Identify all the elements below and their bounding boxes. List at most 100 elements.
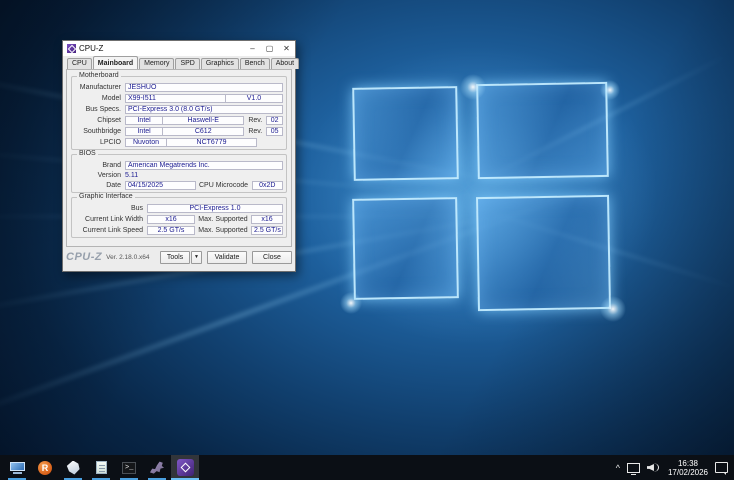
lens-flare (460, 74, 486, 100)
bios-brand-field: American Megatrends Inc. (125, 161, 283, 170)
windows-logo-pane-top-right (476, 81, 609, 180)
bus-specs-field: PCI-Express 3.0 (8.0 GT/s) (125, 105, 283, 114)
gi-link-speed-row: Current Link Speed 2.5 GT/s Max. Support… (75, 226, 283, 235)
maximize-button[interactable]: ▢ (261, 41, 278, 56)
notepad-icon (95, 461, 107, 474)
bios-brand-row: Brand American Megatrends Inc. (75, 161, 283, 170)
taskbar-item-computer[interactable] (3, 455, 31, 480)
cpuz-window: CPU-Z – ▢ ✕ CPU Mainboard Memory SPD Gra… (62, 40, 300, 272)
graphic-interface-group: Graphic Interface Bus PCI-Express 1.0 Cu… (71, 193, 287, 238)
bus-specs-label: Bus Specs. (85, 106, 121, 113)
manufacturer-field: JESHUO (125, 83, 283, 92)
bios-date-row: Date 04/15/2025 CPU Microcode 0x2D (75, 181, 283, 190)
validate-button[interactable]: Validate (207, 250, 247, 264)
bios-version-row: Version 5.11 (75, 172, 283, 179)
manufacturer-label: Manufacturer (79, 84, 121, 91)
taskbar-item-notepad[interactable] (87, 455, 115, 480)
windows-logo-pane-top-left (352, 86, 459, 181)
gi-link-speed-field: 2.5 GT/s (147, 226, 195, 235)
model-label: Model (101, 95, 121, 102)
tab-cpu[interactable]: CPU (67, 58, 92, 69)
titlebar[interactable]: CPU-Z – ▢ ✕ (63, 41, 295, 56)
tab-bench[interactable]: Bench (239, 58, 270, 69)
taskbar: R >_ ^ 16:38 17/02/2026 (0, 455, 734, 480)
chipset-label: Chipset (97, 117, 121, 124)
southbridge-row: Southbridge Intel C612 Rev. 05 (75, 127, 283, 136)
bios-version-value: 5.11 (125, 172, 139, 179)
chipset-vendor-field: Intel (125, 116, 164, 125)
bios-version-label: Version (97, 172, 121, 179)
gi-bus-field: PCI-Express 1.0 (147, 204, 283, 213)
gi-link-width-row: Current Link Width x16 Max. Supported x1… (75, 215, 283, 224)
lens-flare (600, 296, 626, 322)
cpuz-app-icon (67, 44, 76, 53)
tab-about[interactable]: About (270, 58, 300, 69)
cpu-microcode-field: 0x2D (251, 181, 283, 190)
gi-link-speed-label: Current Link Speed (82, 227, 143, 234)
cpu-microcode-label: CPU Microcode (198, 182, 248, 189)
tab-spd[interactable]: SPD (175, 58, 200, 69)
cpuz-taskbar-icon (176, 459, 194, 476)
graphic-interface-group-title: Graphic Interface (77, 193, 135, 200)
taskbar-clock[interactable]: 16:38 17/02/2026 (668, 459, 708, 477)
windows-logo-pane-bottom-right (476, 194, 611, 312)
model-row: Model X99-I511 V1.0 (75, 94, 283, 103)
southbridge-label: Southbridge (83, 128, 121, 135)
taskbar-item-command-prompt[interactable]: >_ (115, 455, 143, 480)
tab-memory[interactable]: Memory (139, 58, 175, 69)
clock-time: 16:38 (677, 458, 698, 468)
tools-button[interactable]: Tools (160, 250, 190, 264)
bios-date-field: 04/15/2025 (125, 181, 196, 190)
model-version-field: V1.0 (225, 94, 283, 103)
system-tray: ^ 16:38 17/02/2026 (616, 455, 734, 480)
white-sail-icon (66, 460, 80, 475)
hidden-icons-chevron[interactable]: ^ (616, 463, 620, 473)
chipset-row: Chipset Intel Haswell-E Rev. 02 (75, 116, 283, 125)
taskbar-item-r-app[interactable]: R (31, 455, 59, 480)
lpcio-name-field: NCT6779 (167, 138, 257, 147)
dinosaur-icon (149, 461, 165, 474)
command-prompt-icon: >_ (122, 461, 136, 474)
motherboard-group-title: Motherboard (77, 72, 121, 79)
bios-group-title: BIOS (77, 150, 98, 157)
bus-specs-row: Bus Specs. PCI-Express 3.0 (8.0 GT/s) (75, 105, 283, 114)
tab-graphics[interactable]: Graphics (200, 58, 239, 69)
tab-mainboard[interactable]: Mainboard (92, 56, 139, 69)
taskbar-item-white-app[interactable] (59, 455, 87, 480)
southbridge-rev-label: Rev. (248, 128, 263, 135)
motherboard-group: Motherboard Manufacturer JESHUO Model X9… (71, 72, 287, 150)
window-footer: CPU-Z Ver. 2.18.0.x64 Tools ▼ Validate C… (63, 250, 295, 264)
gi-link-width-label: Current Link Width (85, 216, 143, 223)
bios-group: BIOS Brand American Megatrends Inc. Vers… (71, 150, 287, 193)
close-dialog-button[interactable]: Close (252, 250, 292, 264)
gi-max-speed-field: 2.5 GT/s (251, 226, 283, 235)
taskbar-item-dinosaur-app[interactable] (143, 455, 171, 480)
tools-dropdown-arrow[interactable]: ▼ (191, 250, 202, 264)
close-button[interactable]: ✕ (278, 41, 295, 56)
cpuz-logo: CPU-Z (66, 251, 103, 263)
window-title: CPU-Z (79, 44, 104, 53)
gi-link-width-field: x16 (147, 215, 195, 224)
tab-bar: CPU Mainboard Memory SPD Graphics Bench … (63, 56, 300, 69)
southbridge-name-field: C612 (163, 127, 245, 136)
gi-max-width-label: Max. Supported (198, 216, 248, 223)
gi-bus-label: Bus (130, 205, 143, 212)
taskbar-icons: R >_ (0, 455, 199, 480)
computer-icon (9, 461, 25, 474)
network-icon[interactable] (626, 462, 640, 475)
lens-flare (340, 292, 362, 314)
manufacturer-row: Manufacturer JESHUO (75, 83, 283, 92)
southbridge-rev-field: 05 (266, 127, 283, 136)
mainboard-tab-page: Motherboard Manufacturer JESHUO Model X9… (66, 69, 292, 247)
action-center-icon[interactable] (715, 462, 728, 475)
minimize-button[interactable]: – (244, 41, 261, 56)
r-app-icon: R (38, 460, 52, 475)
bios-date-label: Date (106, 182, 121, 189)
volume-icon[interactable] (646, 462, 661, 473)
chipset-rev-label: Rev. (248, 117, 263, 124)
gi-bus-row: Bus PCI-Express 1.0 (75, 204, 283, 213)
lpcio-row: LPCIO Nuvoton NCT6779 (75, 138, 283, 147)
taskbar-item-cpuz[interactable] (171, 455, 199, 480)
chipset-name-field: Haswell-E (163, 116, 245, 125)
clock-date: 17/02/2026 (667, 467, 708, 477)
